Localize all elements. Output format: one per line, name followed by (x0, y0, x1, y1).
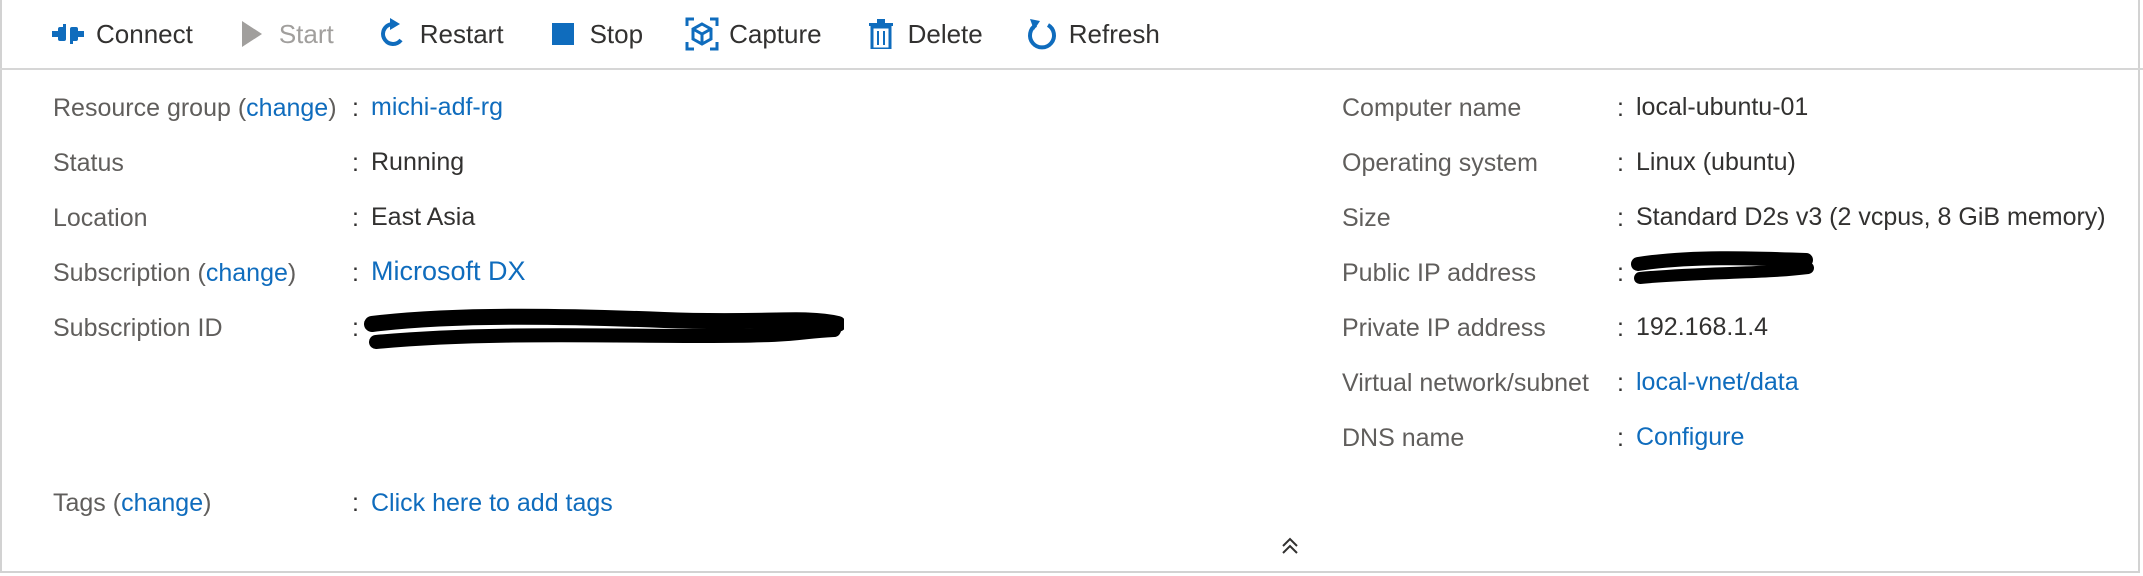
paren-open: ( (105, 489, 122, 517)
resource-group-label-text: Resource group (53, 94, 231, 122)
tags-label-text: Tags (53, 489, 106, 517)
tags-change-link[interactable]: change (121, 489, 203, 517)
subscription-colon: : (352, 259, 359, 287)
start-label: Start (278, 18, 334, 49)
paren-open: ( (190, 259, 206, 287)
panel-frame (0, 0, 2140, 573)
restart-label: Restart (419, 18, 504, 49)
paren-close: ) (328, 94, 337, 122)
double-chevron-up-icon (1281, 536, 1299, 561)
resource-group-colon: : (352, 94, 359, 122)
restart-icon (376, 17, 410, 51)
capture-button[interactable]: Capture (685, 12, 822, 56)
add-tags-link[interactable]: Click here to add tags (371, 486, 613, 520)
paren-open: ( (230, 94, 247, 122)
location-value: East Asia (371, 203, 476, 231)
size-value: Standard D2s v3 (2 vcpus, 8 GiB memory) (1636, 203, 2106, 231)
trash-icon (864, 17, 898, 51)
status-value: Running (371, 148, 465, 176)
subscription-id-colon: : (352, 314, 359, 342)
resource-group-change-link[interactable]: change (246, 94, 328, 122)
connect-button[interactable]: Connect (52, 12, 193, 56)
public-ip-colon: : (1617, 259, 1624, 287)
capture-icon (685, 17, 719, 51)
connect-icon (52, 17, 86, 51)
refresh-label: Refresh (1068, 18, 1160, 49)
subscription-id-label: Subscription ID (53, 314, 223, 342)
tags-colon: : (352, 489, 359, 517)
os-label: Operating system (1342, 149, 1538, 177)
subscription-label: Subscription (change) (53, 256, 296, 290)
paren-close: ) (287, 259, 297, 287)
tags-label: Tags (change) (53, 486, 211, 520)
computer-name-label: Computer name (1342, 94, 1522, 122)
private-ip-colon: : (1617, 314, 1624, 342)
delete-button[interactable]: Delete (864, 12, 983, 56)
play-icon (235, 17, 269, 51)
resource-group-value-link[interactable]: michi-adf-rg (371, 90, 503, 124)
refresh-icon (1025, 17, 1059, 51)
resource-group-label: Resource group (change) (53, 91, 337, 125)
stop-icon (546, 17, 580, 51)
size-colon: : (1617, 204, 1624, 232)
os-value: Linux (ubuntu) (1636, 148, 1796, 176)
start-button[interactable]: Start (235, 12, 334, 56)
computer-name-value: local-ubuntu-01 (1636, 93, 1809, 121)
subscription-change-link[interactable]: change (206, 259, 288, 287)
stop-label: Stop (589, 18, 644, 49)
vnet-subnet-link[interactable]: local-vnet/data (1636, 365, 1799, 399)
private-ip-value: 192.168.1.4 (1636, 313, 1769, 341)
status-label: Status (53, 149, 124, 177)
location-colon: : (352, 204, 359, 232)
dns-configure-link[interactable]: Configure (1636, 420, 1744, 454)
command-bar: Connect Start Restart Stop Capture Delet… (0, 0, 2143, 70)
private-ip-label: Private IP address (1342, 314, 1546, 342)
status-colon: : (352, 149, 359, 177)
subscription-value-link[interactable]: Microsoft DX (371, 254, 526, 288)
vnet-subnet-label: Virtual network/subnet (1342, 369, 1589, 397)
public-ip-label: Public IP address (1342, 259, 1537, 287)
vnet-subnet-colon: : (1617, 369, 1624, 397)
capture-label: Capture (729, 18, 822, 49)
subscription-label-text: Subscription (53, 259, 191, 287)
paren-close: ) (203, 489, 212, 517)
computer-name-colon: : (1617, 94, 1624, 122)
collapse-essentials-button[interactable] (1278, 535, 1302, 561)
subscription-id-redaction (364, 306, 846, 361)
connect-label: Connect (96, 18, 193, 49)
size-label: Size (1342, 204, 1391, 232)
refresh-button[interactable]: Refresh (1025, 12, 1160, 56)
location-label: Location (53, 204, 148, 232)
delete-label: Delete (907, 18, 983, 49)
dns-name-colon: : (1617, 424, 1624, 452)
public-ip-redaction[interactable] (1630, 250, 1816, 295)
stop-button[interactable]: Stop (546, 12, 644, 56)
os-colon: : (1617, 149, 1624, 177)
dns-name-label: DNS name (1342, 424, 1465, 452)
restart-button[interactable]: Restart (376, 12, 504, 56)
